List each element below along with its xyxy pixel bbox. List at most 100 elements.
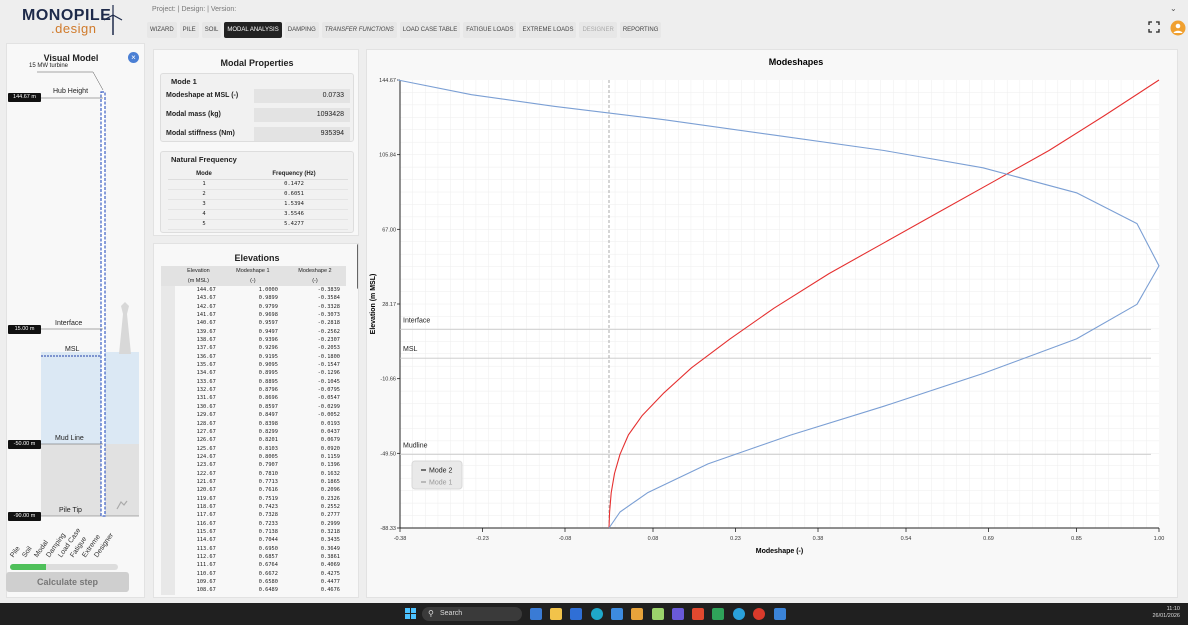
- scrollbar[interactable]: [357, 244, 358, 289]
- row-index-cell: [161, 344, 175, 353]
- cell: -0.0052: [317, 412, 340, 419]
- y-tick-label: 144.67: [379, 78, 396, 84]
- tab-wizard[interactable]: WIZARD: [147, 22, 177, 38]
- reference-line-label: Interface: [403, 317, 430, 324]
- statue-decoration: [119, 302, 131, 354]
- tab-pile[interactable]: PILE: [179, 22, 199, 38]
- calculate-step-button[interactable]: Calculate step: [6, 572, 129, 592]
- x-tick-label: 0.54: [901, 536, 912, 542]
- row-index-cell: [161, 469, 175, 478]
- modeshape-msl-row: Modeshape at MSL (-) 0.0733: [166, 89, 351, 103]
- progress-bar: [10, 564, 118, 570]
- tab-reporting[interactable]: REPORTING: [619, 22, 662, 38]
- teams-icon[interactable]: [672, 608, 684, 620]
- cell: 126.67: [196, 437, 216, 444]
- elevations-title: Elevations: [234, 253, 280, 263]
- fullscreen-icon[interactable]: [1148, 21, 1160, 33]
- cell: 0.8398: [258, 420, 278, 427]
- notepad-icon[interactable]: [611, 608, 623, 620]
- cell: 0.8895: [258, 378, 278, 385]
- cell: 0.1865: [320, 478, 340, 485]
- cell: 121.67: [196, 478, 216, 485]
- tab-transfer-functions[interactable]: TRANSFER FUNCTIONS: [321, 22, 397, 38]
- snipping-tool-icon[interactable]: [652, 608, 664, 620]
- tab-extreme-loads[interactable]: EXTREME LOADS: [519, 22, 577, 38]
- tower-pile: [100, 91, 106, 517]
- excel-icon[interactable]: [712, 608, 724, 620]
- clock-date: 26/01/2026: [1152, 613, 1180, 619]
- modeshapes-chart: Modeshapes -0.38 -0.23 -0.08 0.08 0.23 0.38 0.5…: [370, 57, 1164, 555]
- row-index-cell: [161, 361, 175, 370]
- tab-load-case-table[interactable]: LOAD CASE TABLE: [399, 22, 461, 38]
- outlook-icon[interactable]: [570, 608, 582, 620]
- index-header: [161, 266, 175, 276]
- table-row: 4 3.5546: [168, 209, 348, 220]
- windows-start-icon[interactable]: [405, 608, 416, 619]
- tab-soil[interactable]: SOIL: [201, 22, 222, 38]
- brave-icon[interactable]: [692, 608, 704, 620]
- mode-header: Mode 1: [171, 77, 197, 86]
- mudline-label: Mud Line: [55, 435, 84, 442]
- row-index-cell: [161, 444, 175, 453]
- cell: -0.0795: [317, 387, 340, 394]
- taskbar-search[interactable]: ⚲ Search: [422, 607, 522, 621]
- column-unit: (-): [221, 276, 284, 286]
- cell: 0.7328: [258, 512, 278, 519]
- row-index-cell: [161, 311, 175, 320]
- cell: 0.8005: [258, 453, 278, 460]
- table-row: 112.67 0.6857 0.3861: [161, 553, 346, 562]
- cell: 110.67: [196, 570, 216, 577]
- tab-fatigue-loads[interactable]: FATIGUE LOADS: [463, 22, 517, 38]
- row-index-cell: [161, 569, 175, 579]
- cell: 0.2326: [320, 495, 340, 502]
- user-avatar-icon[interactable]: [1170, 20, 1186, 36]
- cell: 0.6950: [258, 545, 278, 552]
- table-row: 134.67 0.8995 -0.1296: [161, 369, 346, 378]
- table-row: 125.67 0.8103 0.0920: [161, 444, 346, 453]
- column-unit: (m MSL): [175, 276, 222, 286]
- row-index-cell: [161, 336, 175, 345]
- cell: 0.0437: [320, 428, 340, 435]
- photos-icon[interactable]: [774, 608, 786, 620]
- cell: 0.0193: [320, 420, 340, 427]
- telegram-icon[interactable]: [733, 608, 745, 620]
- y-tick-label: -88.33: [380, 526, 396, 532]
- cell: 137.67: [196, 345, 216, 352]
- edge-icon[interactable]: [591, 608, 603, 620]
- cell: 0.3649: [320, 545, 340, 552]
- x-tick-label: 0.85: [1071, 536, 1082, 542]
- table-row: 131.67 0.8696 -0.0547: [161, 394, 346, 403]
- cell: 0.1159: [320, 453, 340, 460]
- tab-modal-analysis[interactable]: MODAL ANALYSIS: [224, 22, 282, 38]
- legend-entry: Mode 2: [429, 468, 452, 475]
- table-row: 139.67 0.9497 -0.2562: [161, 327, 346, 337]
- matlab-icon[interactable]: [631, 608, 643, 620]
- widgets-icon[interactable]: [530, 608, 542, 620]
- x-tick-label: -0.38: [394, 536, 407, 542]
- table-row: 138.67 0.9396 -0.2307: [161, 336, 346, 345]
- cell: 112.67: [196, 554, 216, 560]
- x-axis-label: Modeshape (-): [756, 548, 803, 555]
- chevron-down-icon[interactable]: ⌄: [1170, 4, 1177, 13]
- reference-line-label: Mudline: [403, 442, 428, 449]
- cell: 0.7233: [258, 520, 278, 527]
- x-tick-label: -0.23: [476, 536, 489, 542]
- cell: 0.6580: [258, 579, 278, 586]
- cell: 0.7810: [258, 470, 278, 477]
- cell: 0.6489: [258, 587, 278, 594]
- file-explorer-icon[interactable]: [550, 608, 562, 620]
- tab-damping[interactable]: DAMPING: [284, 22, 319, 38]
- cell: 0.2777: [320, 512, 340, 519]
- system-clock[interactable]: 11:10 26/01/2026: [1152, 606, 1180, 620]
- column-header: Mode: [168, 168, 240, 180]
- cell: 0.9497: [258, 328, 278, 335]
- column-unit: (-): [283, 276, 346, 286]
- row-index-cell: [161, 452, 175, 462]
- cell: 0.2552: [320, 503, 340, 510]
- table-row: 119.67 0.7519 0.2326: [161, 494, 346, 503]
- table-row: 132.67 0.8796 -0.0795: [161, 386, 346, 395]
- row-index-cell: [161, 427, 175, 437]
- cell: 0.3435: [320, 537, 340, 544]
- chrome-icon[interactable]: [753, 608, 765, 620]
- cell: -0.2818: [317, 320, 340, 327]
